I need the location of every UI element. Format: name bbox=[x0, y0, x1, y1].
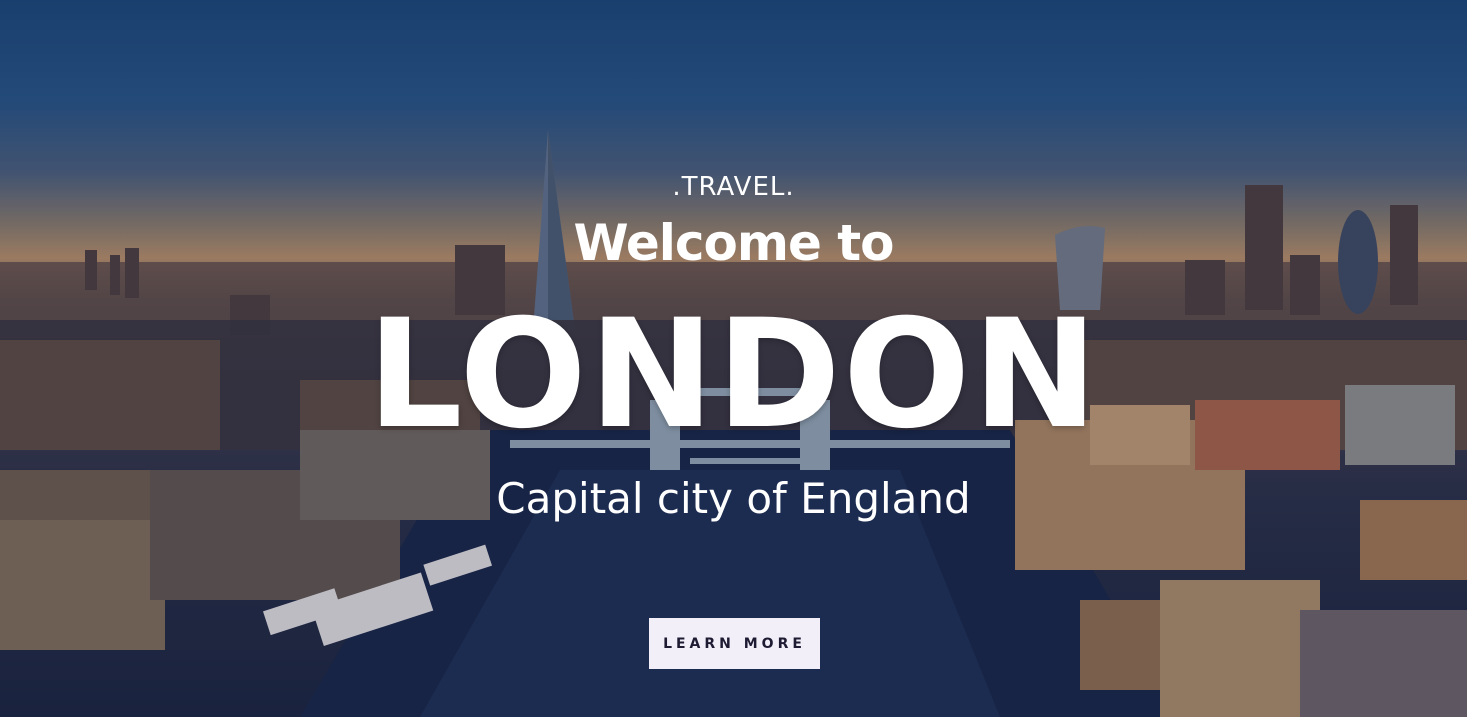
hero-welcome-heading: Welcome to bbox=[573, 214, 894, 272]
hero-city-title: LONDON bbox=[367, 288, 1100, 462]
hero-content: .TRAVEL. Welcome to LONDON Capital city … bbox=[0, 0, 1467, 717]
hero-section: .TRAVEL. Welcome to LONDON Capital city … bbox=[0, 0, 1467, 717]
hero-tagline: Capital city of England bbox=[496, 474, 971, 523]
hero-eyebrow: .TRAVEL. bbox=[672, 172, 795, 202]
learn-more-button[interactable]: LEARN MORE bbox=[649, 618, 820, 669]
